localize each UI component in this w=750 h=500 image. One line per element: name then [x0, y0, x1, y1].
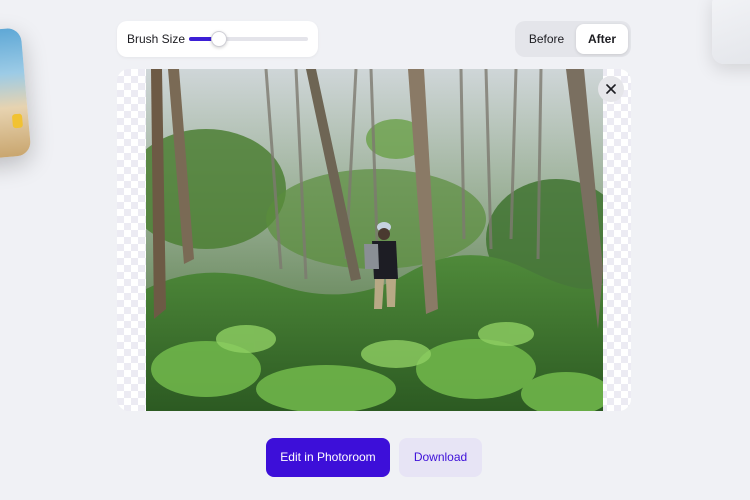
after-button[interactable]: After — [576, 24, 628, 54]
decorative-card — [712, 0, 750, 64]
forest-photo — [146, 69, 603, 411]
slider-thumb[interactable] — [211, 31, 227, 47]
close-button[interactable] — [598, 76, 624, 102]
edit-in-photoroom-button[interactable]: Edit in Photoroom — [266, 438, 390, 477]
decorative-photo-card — [0, 27, 32, 161]
download-button[interactable]: Download — [399, 438, 482, 477]
brush-size-label: Brush Size — [127, 32, 186, 46]
before-after-toggle: Before After — [515, 21, 631, 57]
brush-size-panel: Brush Size — [117, 21, 318, 57]
brush-size-slider[interactable] — [189, 29, 309, 49]
image-canvas[interactable] — [117, 69, 631, 411]
before-button[interactable]: Before — [518, 24, 575, 54]
close-icon — [606, 84, 616, 94]
